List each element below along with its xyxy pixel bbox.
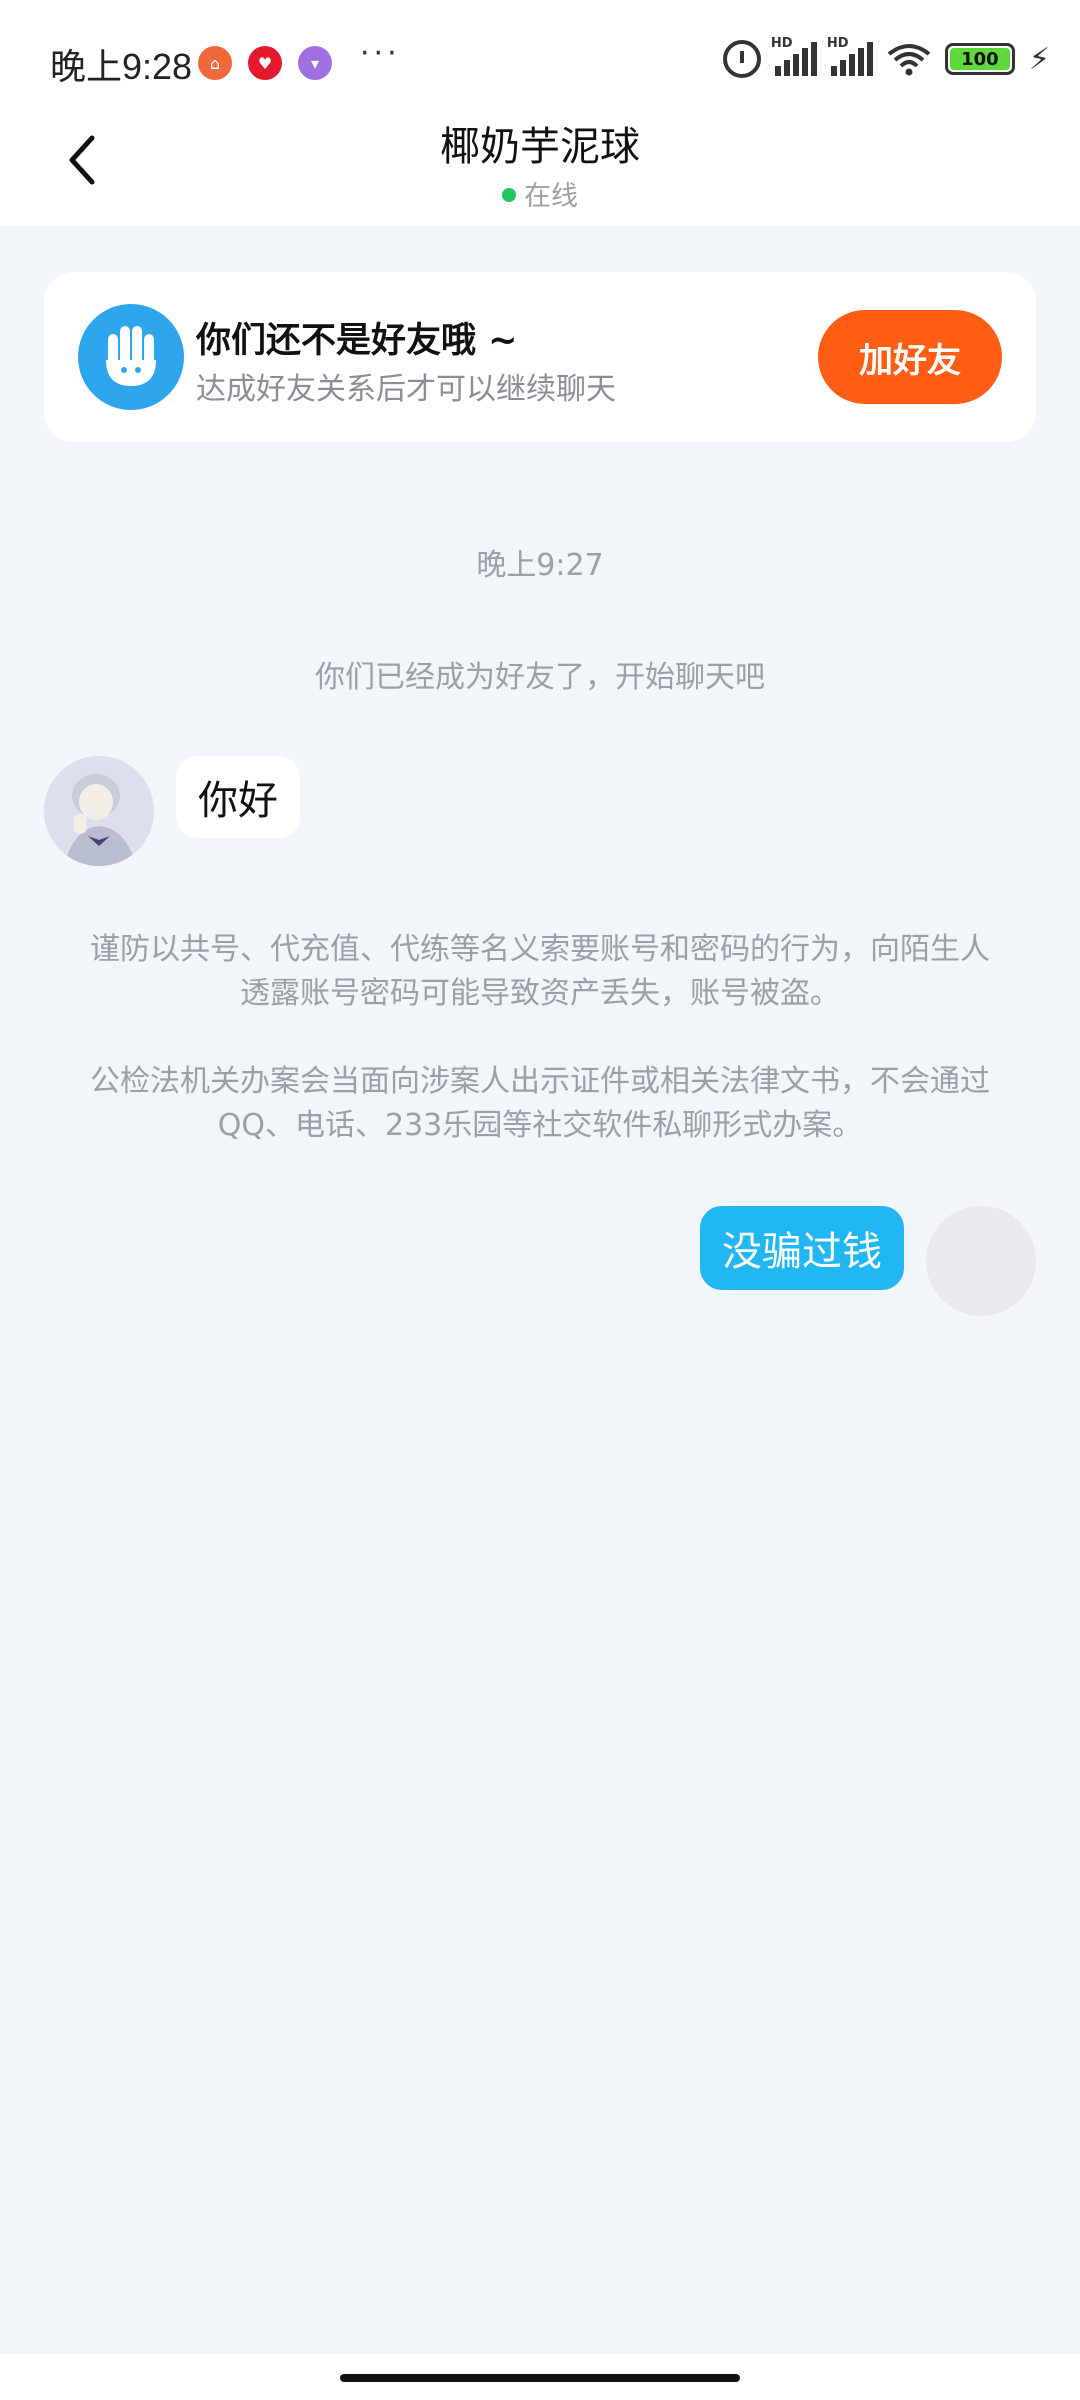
notification-app-icon: ⌂: [198, 46, 232, 80]
home-indicator[interactable]: [340, 2374, 740, 2382]
hand-wave-icon: [78, 304, 184, 410]
incoming-message-bubble[interactable]: 你好: [176, 756, 300, 838]
online-dot-icon: [502, 187, 516, 202]
more-notifications-icon: ···: [360, 36, 401, 71]
battery-icon: 100: [944, 43, 1015, 75]
wifi-icon: [887, 42, 931, 76]
top-area: 晚上9:28 ⌂ ♥ ▾ ··· HD HD 100 ⚡ 椰奶芋泥球 在线: [0, 0, 1080, 226]
notification-shirt-icon: ▾: [298, 46, 332, 80]
bolt-icon: ⚡: [1028, 41, 1050, 77]
alarm-icon: [722, 40, 761, 78]
online-status: 在线: [0, 174, 1080, 213]
online-status-label: 在线: [524, 181, 578, 212]
battery-level: 100: [949, 48, 1010, 70]
contact-avatar[interactable]: [44, 756, 154, 866]
add-friend-button[interactable]: 加好友: [818, 310, 1002, 404]
status-right: HD HD 100 ⚡: [722, 36, 1050, 78]
signal-icon: HD: [771, 36, 817, 76]
security-warning-2: 公检法机关办案会当面向涉案人出示证件或相关法律文书，不会通过QQ、电话、233乐…: [90, 1064, 990, 1143]
outgoing-message-bubble[interactable]: 没骗过钱: [700, 1206, 904, 1290]
system-message: 你们已经成为好友了，开始聊天吧: [315, 660, 765, 695]
banner-title: 你们还不是好友哦 ~: [196, 321, 518, 361]
chat-timestamp: 晚上9:27: [476, 548, 604, 583]
security-warning-1: 谨防以共号、代充值、代练等名义索要账号和密码的行为，向陌生人透露账号密码可能导致…: [90, 932, 990, 1011]
notification-heart-icon: ♥: [248, 46, 282, 80]
user-avatar[interactable]: [926, 1206, 1036, 1316]
signal-icon: HD: [827, 36, 873, 76]
status-time: 晚上9:28: [50, 46, 193, 87]
banner-subtitle: 达成好友关系后才可以继续聊天: [196, 372, 616, 407]
status-bar: 晚上9:28 ⌂ ♥ ▾ ··· HD HD 100 ⚡: [0, 0, 1080, 124]
chat-header: 椰奶芋泥球 在线: [0, 110, 1080, 226]
chat-title: 椰奶芋泥球: [440, 124, 640, 170]
friend-request-banner: 你们还不是好友哦 ~ 达成好友关系后才可以继续聊天 加好友: [44, 272, 1036, 442]
